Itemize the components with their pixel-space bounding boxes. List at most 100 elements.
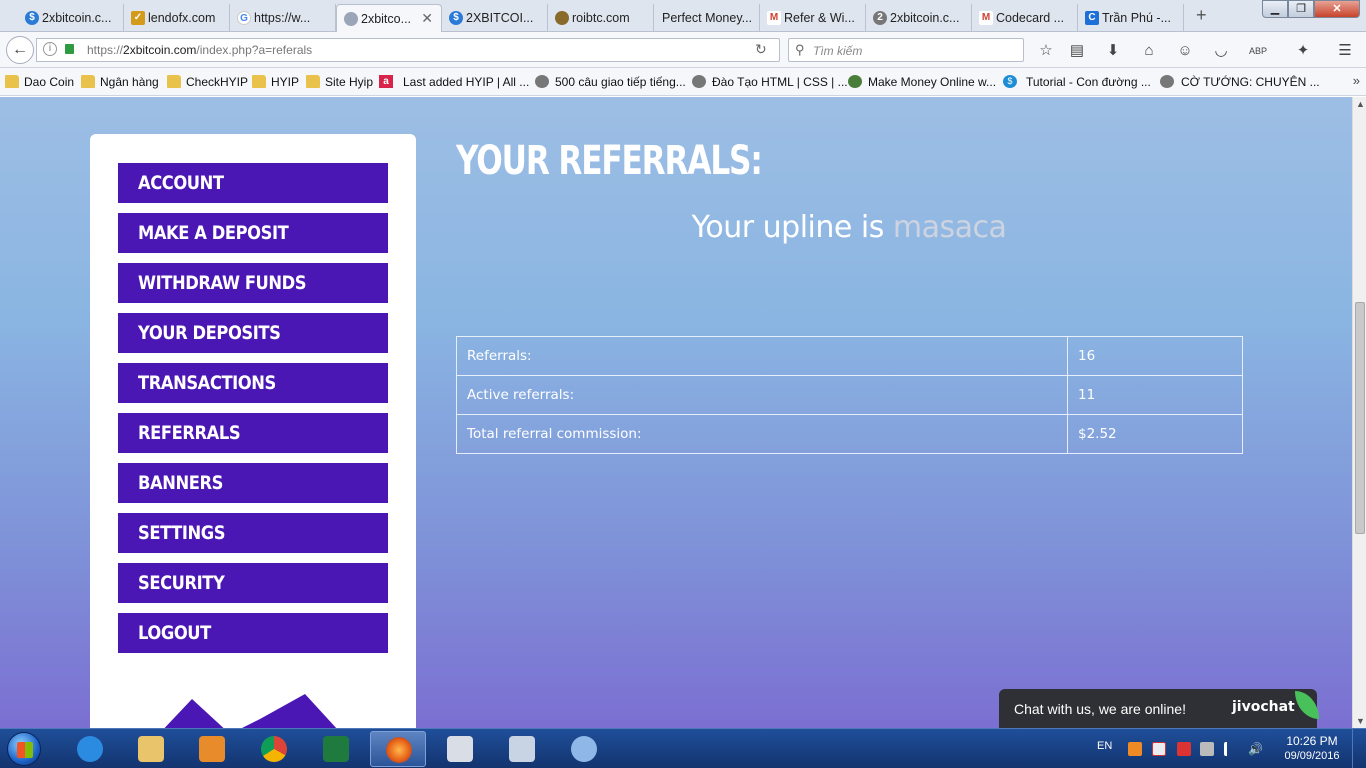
menu-referrals[interactable]: REFERRALS (118, 413, 388, 453)
menu-account[interactable]: ACCOUNT (118, 163, 388, 203)
menu-security[interactable]: SECURITY (118, 563, 388, 603)
taskbar-explorer[interactable] (123, 731, 179, 767)
taskbar-calculator[interactable] (494, 731, 550, 767)
lock-icon (65, 44, 74, 54)
ie-icon (77, 736, 103, 762)
scroll-thumb[interactable] (1355, 302, 1365, 534)
signal-icon[interactable] (1224, 742, 1238, 756)
antivirus-icon[interactable] (1177, 742, 1191, 756)
tab-2xbitcoin-2[interactable]: $ 2XBITCOI... (442, 4, 548, 32)
taskbar-firefox[interactable] (370, 731, 426, 767)
bookmark-item[interactable]: HYIP (252, 75, 299, 89)
close-window-button[interactable]: ✕ (1314, 0, 1360, 18)
menu-make-a-deposit[interactable]: MAKE A DEPOSIT (118, 213, 388, 253)
bookmark-item[interactable]: CheckHYIP (167, 75, 248, 89)
jivochat-logo: jivochat (1232, 699, 1295, 715)
show-desktop-button[interactable] (1352, 729, 1366, 768)
search-bar[interactable]: ⚲ Tìm kiếm (788, 38, 1024, 62)
globe-icon (692, 75, 706, 88)
chat-icon[interactable]: ☺ (1175, 41, 1195, 61)
folder-icon (306, 75, 320, 88)
url-text: https://2xbitcoin.com/index.php?a=refera… (87, 43, 313, 57)
bookmark-item[interactable]: CỜ TƯỚNG: CHUYÊN ... (1160, 75, 1320, 89)
bookmark-item[interactable]: $ Tutorial - Con đường ... (1003, 75, 1151, 89)
bookmark-item[interactable]: Make Money Online w... (848, 75, 996, 89)
excel-icon (323, 736, 349, 762)
reading-list-icon[interactable]: ▤ (1067, 41, 1087, 61)
close-tab-icon[interactable]: ✕ (421, 10, 433, 27)
menu-withdraw-funds[interactable]: WITHDRAW FUNDS (118, 263, 388, 303)
navigation-bar: ← i https://2xbitcoin.com/index.php?a=re… (0, 32, 1366, 68)
menu-logout[interactable]: LOGOUT (118, 613, 388, 653)
page-content: ACCOUNT MAKE A DEPOSIT WITHDRAW FUNDS YO… (0, 97, 1352, 728)
more-bookmarks-icon[interactable]: » (1353, 73, 1360, 88)
tab-google[interactable]: G https://w... (230, 4, 336, 32)
tab-refer-win[interactable]: M Refer & Wi... (760, 4, 866, 32)
menu-transactions[interactable]: TRANSACTIONS (118, 363, 388, 403)
tab-codecard[interactable]: M Codecard ... (972, 4, 1078, 32)
row-label: Referrals: (456, 336, 1068, 376)
tab-label: roibtc.com (572, 11, 630, 25)
tab-2xbitcoin-3[interactable]: 2 2xbitcoin.c... (866, 4, 972, 32)
chrome-icon (261, 736, 287, 762)
taskbar-chrome[interactable] (246, 731, 302, 767)
table-row: Referrals: 16 (456, 336, 1243, 376)
row-label: Active referrals: (456, 375, 1068, 415)
scroll-down-icon[interactable]: ▼ (1356, 716, 1365, 726)
unikey-tray-icon[interactable] (1152, 742, 1166, 756)
tab-2xbitcoin-1[interactable]: $ 2xbitcoin.c... (18, 4, 124, 32)
network-device-icon[interactable] (1200, 742, 1214, 756)
folder-icon (167, 75, 181, 88)
bookmark-item[interactable]: Dao Coin (5, 75, 74, 89)
tab-lendofx[interactable]: ✓ lendofx.com (124, 4, 230, 32)
taskbar-unikey[interactable] (432, 731, 488, 767)
back-button[interactable]: ← (6, 36, 34, 64)
page-scrollbar[interactable]: ▲ ▼ (1352, 97, 1366, 728)
lendofx-icon: ✓ (131, 11, 145, 25)
chat-widget[interactable]: Chat with us, we are online! jivochat (999, 689, 1319, 728)
upline-text: Your upline is masaca (456, 210, 1242, 245)
minimize-button[interactable]: ▁ (1262, 0, 1288, 18)
upline-name: masaca (892, 210, 1007, 245)
clock-date[interactable]: 09/09/2016 (1281, 750, 1343, 762)
menu-your-deposits[interactable]: YOUR DEPOSITS (118, 313, 388, 353)
mountains-logo-icon (164, 694, 337, 728)
bookmark-star-icon[interactable]: ☆ (1036, 41, 1056, 61)
menu-banners[interactable]: BANNERS (118, 463, 388, 503)
new-tab-icon[interactable]: + (1196, 5, 1207, 26)
taskbar-ie[interactable] (62, 731, 118, 767)
taskbar-media[interactable] (184, 731, 240, 767)
language-indicator[interactable]: EN (1097, 740, 1112, 752)
tab-perfect-money[interactable]: Perfect Money... (654, 4, 760, 32)
bookmark-item[interactable]: a Last added HYIP | All ... (379, 75, 529, 89)
scroll-up-icon[interactable]: ▲ (1356, 99, 1365, 109)
tab-2xbitcoin-active[interactable]: 2xbitco... ✕ (336, 4, 442, 32)
search-placeholder: Tìm kiếm (813, 44, 863, 58)
tray-app-icon[interactable] (1128, 742, 1142, 756)
bookmark-item[interactable]: Site Hyip (306, 75, 373, 89)
volume-icon[interactable]: 🔊 (1248, 742, 1263, 756)
extension-icon[interactable]: ✦ (1293, 41, 1313, 61)
tab-bar: $ 2xbitcoin.c... ✓ lendofx.com G https:/… (0, 0, 1366, 32)
tab-tran-phu[interactable]: C Trần Phú -... (1078, 4, 1184, 32)
bookmark-item[interactable]: Ngân hàng (81, 75, 159, 89)
taskbar-paint[interactable] (556, 731, 612, 767)
adblock-icon[interactable]: ABP (1248, 41, 1268, 61)
start-button[interactable] (7, 732, 41, 766)
menu-settings[interactable]: SETTINGS (118, 513, 388, 553)
tab-roibtc[interactable]: roibtc.com (548, 4, 654, 32)
taskbar-excel[interactable] (308, 731, 364, 767)
bookmark-item[interactable]: 500 câu giao tiếp tiếng... (535, 75, 686, 89)
url-bar[interactable]: i https://2xbitcoin.com/index.php?a=refe… (36, 38, 780, 62)
download-icon[interactable]: ⬇ (1103, 41, 1123, 61)
clock-time[interactable]: 10:26 PM (1286, 734, 1338, 748)
info-icon[interactable]: i (43, 42, 57, 56)
home-icon[interactable]: ⌂ (1139, 41, 1159, 61)
reload-icon[interactable]: ↻ (755, 41, 767, 58)
maximize-button[interactable]: ❐ (1288, 0, 1314, 18)
2x-icon: 2 (873, 11, 887, 25)
menu-icon[interactable]: ☰ (1335, 41, 1355, 61)
tab-label: https://w... (254, 11, 311, 25)
pocket-icon[interactable]: ◡ (1211, 41, 1231, 61)
bookmark-item[interactable]: Đào Tạo HTML | CSS | ... (692, 75, 848, 89)
